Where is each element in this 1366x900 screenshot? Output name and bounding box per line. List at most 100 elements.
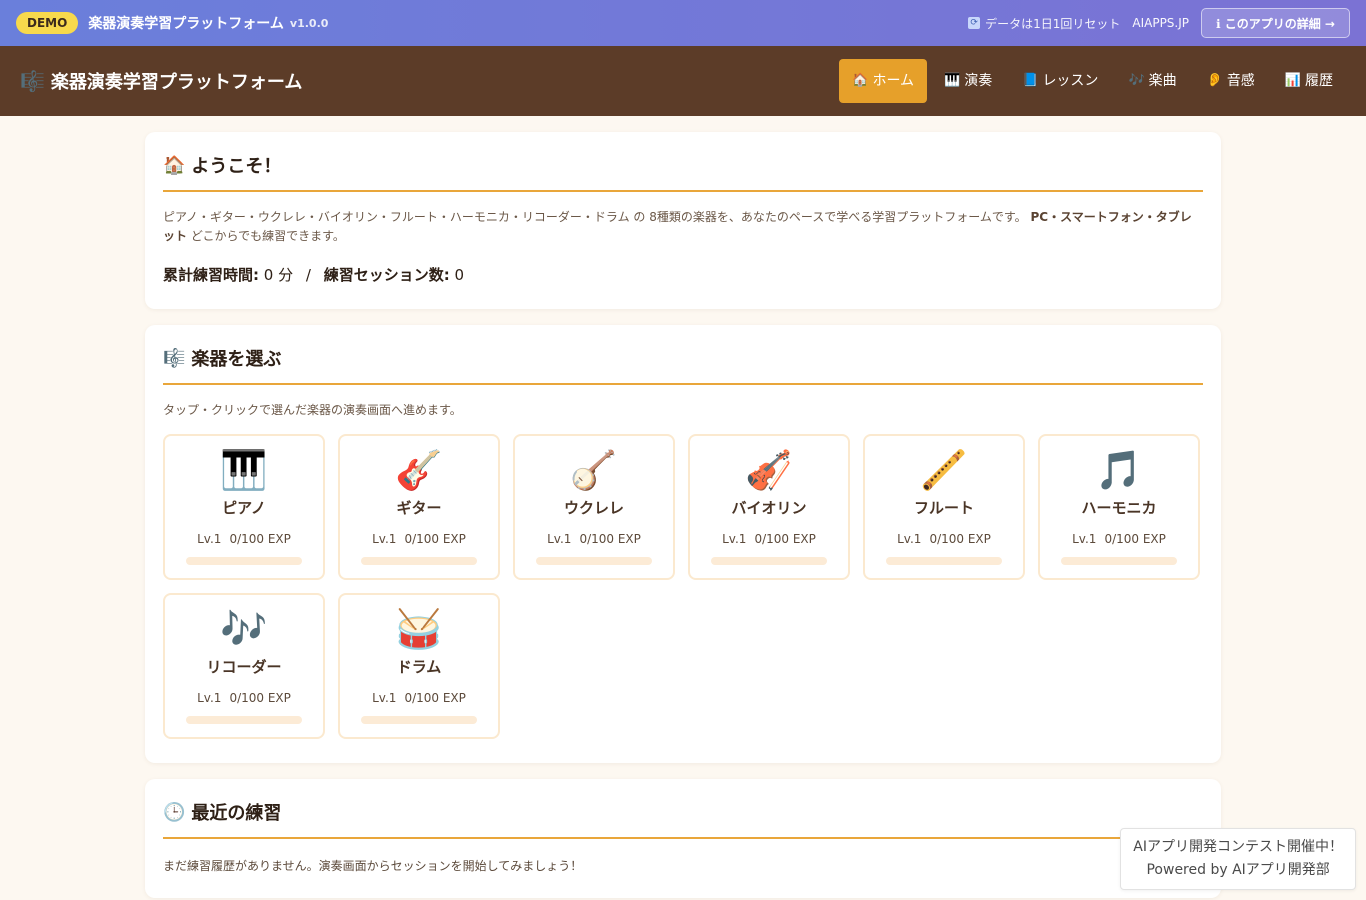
level-value: Lv.1 [372, 532, 397, 546]
exp-progress-bar [361, 557, 477, 565]
recent-practice-card: 🕒 最近の練習 まだ練習履歴がありません。演奏画面からセッションを開始してみまし… [145, 779, 1221, 898]
instrument-emoji: 🪈 [920, 448, 968, 492]
nav-icon: 📘 [1022, 73, 1039, 88]
nav-icon: 🎹 [944, 73, 961, 88]
recent-title: 最近の練習 [191, 803, 282, 824]
nav-item-3[interactable]: 🎶 楽曲 [1115, 59, 1189, 103]
welcome-description: ピアノ・ギター・ウクレレ・バイオリン・フルート・ハーモニカ・リコーダー・ドラム … [163, 208, 1203, 246]
exp-progress-bar [1061, 557, 1177, 565]
instrument-emoji: 🎻 [745, 448, 793, 492]
instrument-card[interactable]: 🎸 ギター Lv.1 0/100 EXP [338, 434, 500, 580]
instrument-name: フルート [913, 499, 974, 517]
instrument-select-card: 🎼 楽器を選ぶ タップ・クリックで選んだ楽器の演奏画面へ進めます。 🎹 ピアノ Lv… [145, 325, 1221, 763]
music-note-icon: 🎵 [1095, 448, 1142, 492]
nav-icon: 🏠 [852, 73, 869, 88]
instrument-grid: 🎹 ピアノ Lv.1 0/100 EXP 🎸 ギター Lv.1 0/100 EXP 🪕 ウクレレ L… [163, 434, 1203, 739]
brand-title: 楽器演奏学習プラットフォーム [50, 72, 303, 93]
demo-version: v1.0.0 [289, 16, 329, 30]
app-header: 🎼 楽器演奏学習プラットフォーム 🏠 ホーム 🎹 演奏 📘 レッスン 🎶 楽曲 👂 音感 📊 履歴 [0, 46, 1366, 116]
flute-icon: 🪈 [920, 448, 967, 492]
level-value: Lv.1 [547, 532, 572, 546]
instrument-name: ギター [396, 499, 442, 517]
site-link[interactable]: AIAPPS.JP [1132, 16, 1189, 30]
level-value: Lv.1 [897, 532, 922, 546]
instrument-emoji: 🎸 [395, 448, 443, 492]
welcome-card: 🏠 ようこそ！ ピアノ・ギター・ウクレレ・バイオリン・フルート・ハーモニカ・リコ… [145, 132, 1221, 309]
level-value: Lv.1 [197, 532, 222, 546]
instrument-emoji: 🪕 [570, 448, 618, 492]
piano-icon: 🎹 [220, 448, 267, 492]
app-detail-button[interactable]: ℹ このアプリの詳細 → [1201, 8, 1350, 38]
sessions-label: 練習セッション数: [323, 266, 450, 284]
instrument-card[interactable]: 🪕 ウクレレ Lv.1 0/100 EXP [513, 434, 675, 580]
nav-icon: 🎶 [1128, 73, 1145, 88]
reset-text: データは1日1回リセット [985, 16, 1121, 31]
recent-heading: 🕒 最近の練習 [163, 799, 1203, 839]
main-nav: 🏠 ホーム 🎹 演奏 📘 レッスン 🎶 楽曲 👂 音感 📊 履歴 [835, 59, 1346, 103]
stats-separator: / [305, 266, 311, 284]
instrument-card[interactable]: 🪈 フルート Lv.1 0/100 EXP [863, 434, 1025, 580]
reset-notice: ⟳ データは1日1回リセット [968, 15, 1120, 32]
brand[interactable]: 🎼 楽器演奏学習プラットフォーム [20, 68, 302, 94]
instrument-name: ハーモニカ [1081, 499, 1157, 517]
instrument-level: Lv.1 0/100 EXP [897, 532, 991, 546]
home-icon: 🏠 [163, 154, 186, 176]
exp-progress-bar [536, 557, 652, 565]
level-value: Lv.1 [372, 691, 397, 705]
exp-value: 0/100 EXP [579, 532, 641, 546]
welcome-title: ようこそ！ [191, 156, 282, 177]
clock-icon: 🕒 [163, 801, 186, 823]
instrument-emoji: 🎵 [1095, 448, 1143, 492]
violin-icon: 🎻 [745, 448, 792, 492]
exp-value: 0/100 EXP [404, 532, 466, 546]
nav-item-1[interactable]: 🎹 演奏 [931, 59, 1005, 103]
instrument-card[interactable]: 🎻 バイオリン Lv.1 0/100 EXP [688, 434, 850, 580]
total-time-label: 累計練習時間: [163, 266, 259, 284]
instrument-name: リコーダー [206, 658, 282, 676]
exp-value: 0/100 EXP [754, 532, 816, 546]
instrument-card[interactable]: 🥁 ドラム Lv.1 0/100 EXP [338, 593, 500, 739]
exp-value: 0/100 EXP [929, 532, 991, 546]
exp-value: 0/100 EXP [229, 691, 291, 705]
nav-item-0[interactable]: 🏠 ホーム [839, 59, 928, 103]
nav-label: 履歴 [1305, 73, 1333, 89]
main-content: 🏠 ようこそ！ ピアノ・ギター・ウクレレ・バイオリン・フルート・ハーモニカ・リコ… [145, 132, 1221, 898]
exp-value: 0/100 EXP [1104, 532, 1166, 546]
instrument-name: バイオリン [731, 499, 807, 517]
instrument-level: Lv.1 0/100 EXP [372, 691, 466, 705]
music-score-icon: 🎼 [163, 347, 186, 369]
level-value: Lv.1 [722, 532, 747, 546]
guitar-icon: 🎸 [395, 448, 442, 492]
instrument-card[interactable]: 🎹 ピアノ Lv.1 0/100 EXP [163, 434, 325, 580]
instrument-card[interactable]: 🎶 リコーダー Lv.1 0/100 EXP [163, 593, 325, 739]
instrument-emoji: 🎶 [220, 607, 268, 651]
instrument-level: Lv.1 0/100 EXP [1072, 532, 1166, 546]
music-score-icon: 🎼 [20, 69, 45, 93]
nav-label: 演奏 [964, 73, 993, 89]
instrument-name: ウクレレ [563, 499, 624, 517]
exp-progress-bar [711, 557, 827, 565]
instrument-description: タップ・クリックで選んだ楽器の演奏画面へ進めます。 [163, 403, 462, 417]
exp-value: 0/100 EXP [229, 532, 291, 546]
instrument-name: ピアノ [222, 499, 266, 517]
sessions-value: 0 [454, 266, 465, 284]
demo-bar: DEMO 楽器演奏学習プラットフォーム v1.0.0 ⟳ データは1日1回リセッ… [0, 0, 1366, 46]
contest-banner[interactable]: AIアプリ開発コンテスト開催中！ Powered by AIアプリ開発部 [1120, 828, 1356, 890]
instrument-level: Lv.1 0/100 EXP [722, 532, 816, 546]
nav-item-2[interactable]: 📘 レッスン [1009, 59, 1111, 103]
exp-progress-bar [361, 716, 477, 724]
nav-label: レッスン [1042, 73, 1099, 89]
instrument-card[interactable]: 🎵 ハーモニカ Lv.1 0/100 EXP [1038, 434, 1200, 580]
nav-item-4[interactable]: 👂 音感 [1194, 59, 1268, 103]
banjo-icon: 🪕 [570, 448, 617, 492]
instrument-emoji: 🥁 [395, 607, 443, 651]
demo-badge: DEMO [16, 12, 79, 34]
desc-text-end: どこからでも練習できます。 [190, 229, 345, 243]
instrument-name: ドラム [396, 658, 442, 676]
contest-line2: Powered by AIアプリ開発部 [1146, 862, 1330, 878]
contest-line1: AIアプリ開発コンテスト開催中！ [1133, 839, 1343, 855]
drum-icon: 🥁 [395, 607, 442, 651]
instrument-emoji: 🎹 [220, 448, 268, 492]
nav-item-5[interactable]: 📊 履歴 [1272, 59, 1346, 103]
welcome-heading: 🏠 ようこそ！ [163, 152, 1203, 192]
